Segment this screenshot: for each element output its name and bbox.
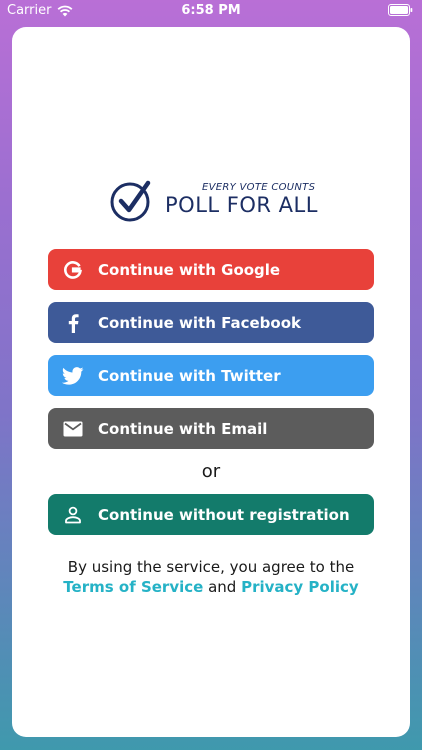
- login-card: EVERY VOTE COUNTS POLL FOR ALL Continue …: [12, 27, 410, 737]
- terms-links-line: Terms of Service and Privacy Policy: [12, 577, 410, 597]
- continue-with-google-button[interactable]: Continue with Google: [48, 249, 374, 290]
- status-bar: Carrier 6:58 PM: [0, 0, 422, 22]
- terms-of-service-link[interactable]: Terms of Service: [63, 578, 203, 596]
- facebook-f-icon: [48, 313, 98, 333]
- continue-without-registration-button[interactable]: Continue without registration: [48, 494, 374, 535]
- checkmark-circle-icon: [110, 180, 151, 222]
- envelope-icon: [48, 421, 98, 437]
- twitter-button-label: Continue with Twitter: [98, 366, 281, 385]
- terms-conjunction: and: [208, 578, 237, 596]
- clock: 6:58 PM: [181, 3, 241, 18]
- app-logo: EVERY VOTE COUNTS POLL FOR ALL: [110, 179, 320, 225]
- or-separator: or: [201, 461, 221, 482]
- continue-with-facebook-button[interactable]: Continue with Facebook: [48, 302, 374, 343]
- facebook-button-label: Continue with Facebook: [98, 313, 302, 332]
- person-icon: [48, 506, 98, 524]
- continue-with-email-button[interactable]: Continue with Email: [48, 408, 374, 449]
- continue-with-twitter-button[interactable]: Continue with Twitter: [48, 355, 374, 396]
- email-button-label: Continue with Email: [98, 419, 268, 438]
- terms-prefix: By using the service, you agree to the: [67, 558, 355, 576]
- privacy-policy-link[interactable]: Privacy Policy: [241, 578, 359, 596]
- google-button-label: Continue with Google: [98, 260, 281, 279]
- twitter-bird-icon: [48, 366, 98, 385]
- logo-name: POLL FOR ALL: [165, 193, 318, 217]
- terms-notice: By using the service, you agree to the T…: [12, 557, 410, 597]
- guest-button-label: Continue without registration: [98, 505, 350, 524]
- google-g-icon: [48, 260, 98, 280]
- battery-icon: [388, 4, 413, 16]
- logo-tagline: EVERY VOTE COUNTS: [202, 182, 316, 193]
